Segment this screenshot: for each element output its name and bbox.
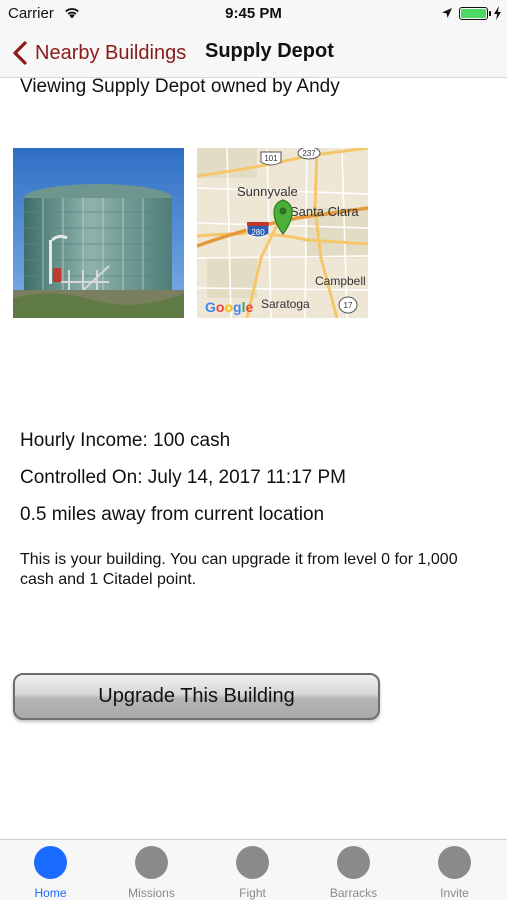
svg-text:101: 101 [264, 154, 278, 163]
google-logo: Google [205, 299, 253, 315]
map-label-saratoga: Saratoga [261, 297, 310, 311]
fight-tab-icon [236, 846, 269, 879]
page-title: Supply Depot [205, 40, 334, 62]
highway-280-shield: 280 [246, 222, 270, 238]
clock: 9:45 PM [225, 5, 282, 22]
map-label-sunnyvale: Sunnyvale [237, 184, 298, 199]
back-button-label: Nearby Buildings [35, 41, 187, 64]
barracks-tab-icon [337, 846, 370, 879]
home-tab-icon [34, 846, 67, 879]
tab-home[interactable]: Home [0, 840, 101, 900]
chevron-left-icon [13, 41, 27, 65]
battery-level [461, 9, 486, 18]
tab-bar: Home Missions Fight Barracks Invite [0, 839, 507, 900]
svg-text:17: 17 [344, 301, 353, 310]
storage-tank-photo [13, 148, 184, 318]
tab-label-invite: Invite [440, 886, 469, 900]
battery-tip [489, 11, 491, 16]
upgrade-building-button-label: Upgrade This Building [98, 685, 295, 707]
tab-invite[interactable]: Invite [404, 840, 505, 900]
building-photo [13, 148, 184, 318]
distance-from-location: 0.5 miles away from current location [20, 504, 325, 525]
tab-missions[interactable]: Missions [101, 840, 202, 900]
owner-description: Viewing Supply Depot owned by Andy [20, 76, 340, 97]
svg-text:280: 280 [251, 228, 265, 237]
status-bar: Carrier 9:45 PM [0, 0, 507, 28]
highway-17-shield: 17 [338, 296, 358, 314]
tab-fight[interactable]: Fight [202, 840, 303, 900]
tab-label-home: Home [34, 886, 67, 900]
missions-tab-icon [135, 846, 168, 879]
navigation-bar: Nearby Buildings Supply Depot [0, 28, 507, 78]
tab-barracks[interactable]: Barracks [303, 840, 404, 900]
highway-237-shield: 237 [297, 148, 321, 160]
svg-text:Google: Google [205, 299, 253, 315]
location-map[interactable]: Sunnyvale Santa Clara Campbell Saratoga … [197, 148, 368, 318]
back-button[interactable]: Nearby Buildings [12, 38, 186, 68]
upgrade-building-button[interactable]: Upgrade This Building [13, 673, 380, 720]
battery-icon [459, 7, 488, 20]
upgrade-info-text: This is your building. You can upgrade i… [20, 551, 458, 588]
tab-label-barracks: Barracks [329, 886, 378, 900]
map-label-santa-clara: Santa Clara [290, 204, 359, 219]
tab-label-fight: Fight [239, 886, 266, 900]
tab-label-missions: Missions [128, 886, 175, 900]
location-arrow-icon [442, 8, 452, 18]
svg-text:237: 237 [302, 149, 316, 158]
bolt-icon [494, 6, 501, 20]
controlled-on: Controlled On: July 14, 2017 11:17 PM [20, 467, 347, 488]
hourly-income: Hourly Income: 100 cash [20, 430, 231, 451]
invite-tab-icon [438, 846, 471, 879]
highway-101-shield: 101 [260, 151, 282, 166]
map-image: Sunnyvale Santa Clara Campbell Saratoga … [197, 148, 368, 318]
map-label-campbell: Campbell [315, 274, 366, 288]
